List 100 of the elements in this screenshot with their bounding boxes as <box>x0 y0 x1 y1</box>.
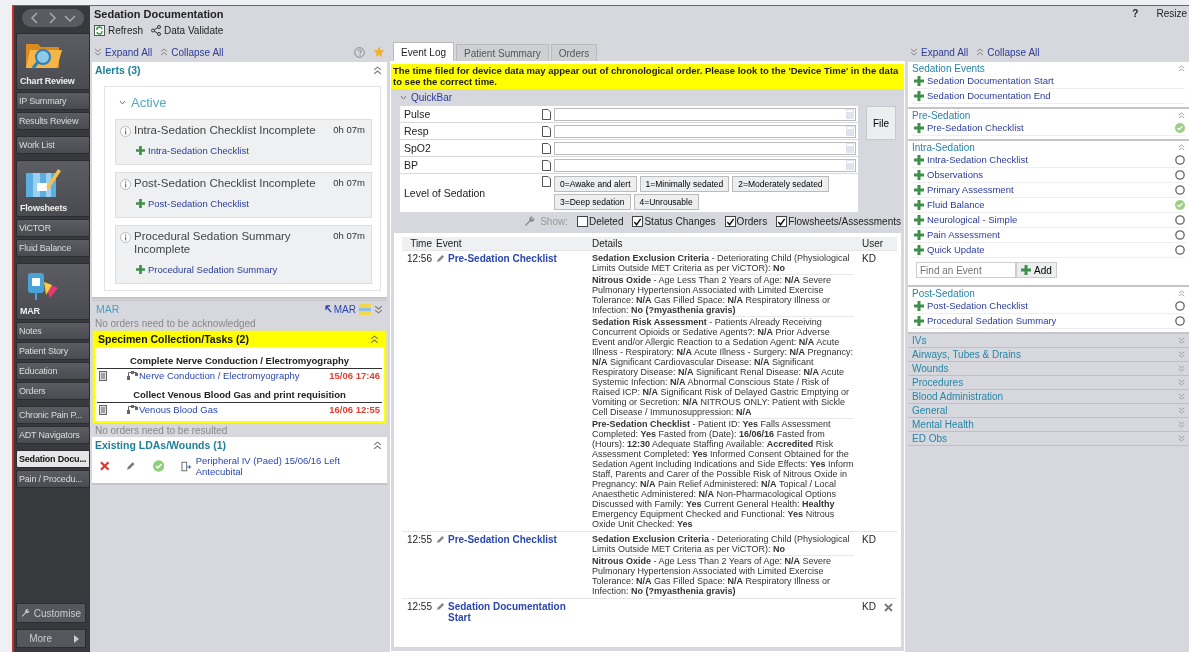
collapse-all-link[interactable]: Collapse All <box>160 46 224 58</box>
event-link[interactable]: Sedation Documentation Start <box>914 75 1054 86</box>
resize-link[interactable]: Resize <box>1156 8 1187 20</box>
nav-item[interactable]: Pain / Procedu... <box>16 470 90 488</box>
event-link[interactable]: Pre-Sedation Checklist <box>448 253 557 264</box>
sedation-option[interactable]: 1=Minimally sedated <box>639 176 730 192</box>
pencil-icon[interactable] <box>436 254 445 263</box>
comment-icon[interactable] <box>542 108 551 120</box>
event-link[interactable]: Procedural Sedation Summary <box>914 315 1057 326</box>
expand-icon[interactable] <box>1178 407 1185 414</box>
search-field[interactable]: Find an Event <box>916 262 1016 278</box>
tab[interactable]: Event Log <box>393 42 455 61</box>
expand-icon[interactable] <box>1178 393 1185 400</box>
sedation-option[interactable]: 3=Deep sedation <box>554 194 631 210</box>
file-button[interactable]: File <box>866 106 896 140</box>
document-icon[interactable] <box>99 404 107 415</box>
filter-checkbox[interactable]: Flowsheets/Assessments <box>776 216 901 227</box>
section-title[interactable]: Post-Sedation <box>912 288 975 299</box>
nav-item[interactable]: Chart Review <box>16 33 90 90</box>
sedation-option[interactable]: 2=Moderately sedated <box>732 176 829 192</box>
nav-item[interactable]: Sedation Docu... <box>16 450 90 468</box>
nav-item[interactable]: ADT Navigators <box>16 426 90 444</box>
pencil-icon[interactable] <box>126 461 136 471</box>
event-link[interactable]: Pre-Sedation Checklist <box>448 534 557 545</box>
remove-icon[interactable] <box>100 461 110 471</box>
nav-item[interactable]: MAR <box>16 263 90 320</box>
comment-icon[interactable] <box>542 176 551 187</box>
tab[interactable]: Orders <box>550 44 598 61</box>
expand-icon[interactable] <box>374 304 383 314</box>
nav-item[interactable]: Patient Story <box>16 342 90 360</box>
quickbar-toggle[interactable]: QuickBar <box>394 89 901 106</box>
close-icon[interactable] <box>884 603 893 612</box>
pencil-icon[interactable] <box>436 535 445 544</box>
filter-checkbox[interactable]: Deleted <box>576 216 624 227</box>
comment-icon[interactable] <box>542 159 551 171</box>
more-button[interactable]: More <box>16 629 86 648</box>
event-link[interactable]: Sedation Documentation Start <box>448 601 588 623</box>
alert-link[interactable]: Intra-Sedation Checklist <box>136 145 249 156</box>
mar-link[interactable]: MAR <box>324 303 356 315</box>
nav-item[interactable]: IP Summary <box>16 92 90 110</box>
lda-link[interactable]: Peripheral IV (Paed) 15/06/16 Left Antecubital <box>195 455 379 477</box>
filter-checkbox[interactable]: Orders <box>724 216 768 227</box>
data-validate-button[interactable]: Data Validate <box>151 25 224 36</box>
nav-item[interactable]: Fluid Balance <box>16 239 90 257</box>
event-link[interactable]: Pre-Sedation Checklist <box>914 122 1024 133</box>
customise-button[interactable]: Customise <box>16 603 86 623</box>
filter-checkbox[interactable]: Status Changes <box>632 216 716 227</box>
alert-link[interactable]: Procedural Sedation Summary <box>136 264 278 275</box>
collapse-all-link[interactable]: Collapse All <box>976 46 1040 58</box>
pencil-icon[interactable] <box>436 602 445 611</box>
event-link[interactable]: Observations <box>914 169 983 180</box>
input-field[interactable] <box>554 107 856 121</box>
help-icon[interactable] <box>354 46 365 58</box>
input-field[interactable] <box>554 158 856 172</box>
document-icon[interactable] <box>99 370 107 381</box>
event-link[interactable]: Sedation Documentation End <box>914 90 1051 101</box>
collapse-icon[interactable] <box>373 65 382 75</box>
expand-all-link[interactable]: Expand All <box>910 46 969 58</box>
task-link[interactable]: Venous Blood Gas <box>139 404 218 415</box>
nav-item[interactable]: Chronic Pain P... <box>16 406 90 424</box>
collapse-icon[interactable] <box>1178 290 1185 297</box>
section-title[interactable]: Sedation Events <box>912 63 985 74</box>
nav-item[interactable]: Work List <box>16 136 90 154</box>
expand-icon[interactable] <box>1178 421 1185 428</box>
event-link[interactable]: Pain Assessment <box>914 229 1000 240</box>
check-icon[interactable] <box>152 460 165 472</box>
sedation-option[interactable]: 0=Awake and alert <box>554 176 637 192</box>
alert-link[interactable]: Post-Sedation Checklist <box>136 198 249 209</box>
collapse-icon[interactable] <box>373 440 382 450</box>
collapse-icon[interactable] <box>370 334 379 344</box>
section-title[interactable]: Intra-Sedation <box>912 142 975 153</box>
task-link[interactable]: Nerve Conduction / Electromyography <box>139 370 300 381</box>
help-link[interactable]: ? <box>1132 8 1139 20</box>
wrench-icon[interactable] <box>524 216 536 227</box>
expand-icon[interactable] <box>1178 337 1185 344</box>
expand-icon[interactable] <box>1178 435 1185 442</box>
event-link[interactable]: Neurological - Simple <box>914 214 1018 225</box>
forward-icon[interactable] <box>47 12 57 24</box>
nav-item[interactable]: Education <box>16 362 90 380</box>
section-title[interactable]: Pre-Sedation <box>912 110 971 121</box>
comment-icon[interactable] <box>542 125 551 137</box>
add-button[interactable]: Add <box>1016 262 1057 278</box>
nav-item[interactable]: Flowsheets <box>16 160 90 217</box>
chevron-icon[interactable] <box>119 100 126 105</box>
refresh-button[interactable]: Refresh <box>94 25 143 36</box>
back-icon[interactable] <box>30 12 40 24</box>
input-field[interactable] <box>554 141 856 155</box>
tab[interactable]: Patient Summary <box>456 44 549 61</box>
nav-item[interactable]: Notes <box>16 322 90 340</box>
event-link[interactable]: Intra-Sedation Checklist <box>914 154 1028 165</box>
sedation-option[interactable]: 4=Unrousable <box>633 194 699 210</box>
comment-icon[interactable] <box>542 142 551 154</box>
event-link[interactable]: Primary Assessment <box>914 184 1014 195</box>
dropdown-icon[interactable] <box>64 13 76 23</box>
event-link[interactable]: Quick Update <box>914 244 985 255</box>
collapse-icon[interactable] <box>1178 144 1185 151</box>
nav-item[interactable]: Results Review <box>16 112 90 130</box>
event-link[interactable]: Post-Sedation Checklist <box>914 300 1028 311</box>
nav-item[interactable]: ViCTOR <box>16 219 90 237</box>
expand-icon[interactable] <box>1178 379 1185 386</box>
